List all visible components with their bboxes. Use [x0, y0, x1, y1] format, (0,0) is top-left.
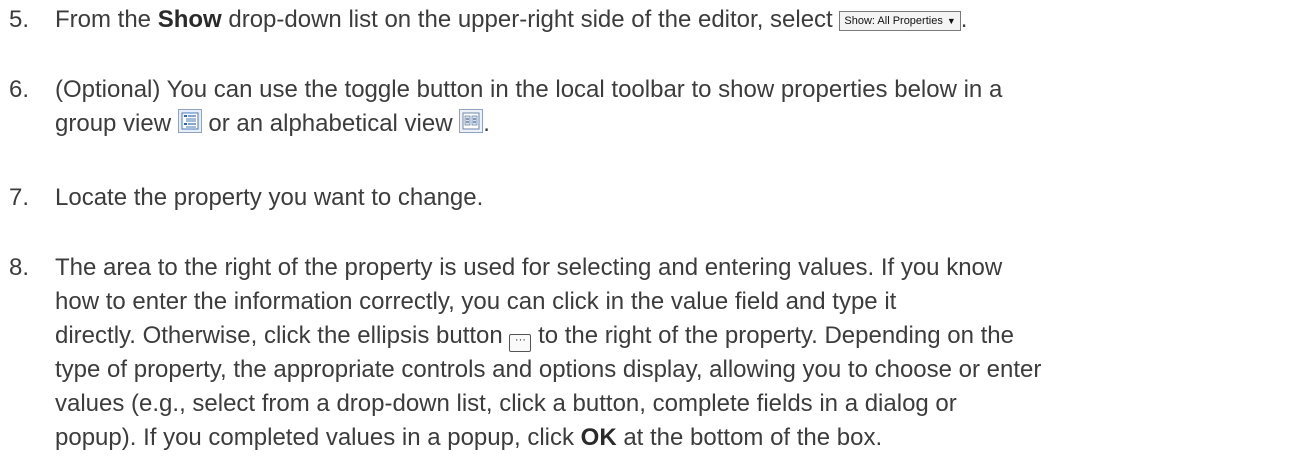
- alphabetical-view-icon[interactable]: [459, 109, 484, 133]
- step-line: type of property, the appropriate contro…: [55, 356, 1042, 383]
- step-line: directly. Otherwise, click the ellipsis …: [55, 319, 1288, 353]
- step-number: 7.: [9, 184, 30, 211]
- step-line: (Optional) You can use the toggle button…: [55, 76, 1003, 103]
- step-text: From the: [55, 6, 158, 33]
- step-text: to the right of the property. Depending …: [531, 322, 1014, 349]
- step-line: The area to the right of the property is…: [55, 254, 1003, 281]
- step-text: group view: [55, 110, 178, 137]
- step-number: 8.: [9, 254, 30, 281]
- group-view-icon[interactable]: [177, 109, 202, 133]
- step-line: popup). If you completed values in a pop…: [55, 421, 1288, 455]
- document-page: 5. From the Show drop-down list on the u…: [0, 0, 1300, 467]
- step-body: Locate the property you want to change.: [55, 181, 1288, 215]
- caret-down-icon: ▼: [946, 16, 956, 26]
- step-number: 6.: [9, 76, 30, 103]
- step-text: or an alphabetical view: [201, 110, 460, 137]
- dropdown-label: Show: All Properties: [844, 15, 943, 27]
- step-line: From the Show drop-down list on the uppe…: [55, 3, 1288, 37]
- step-text: at the bottom of the box.: [616, 424, 883, 451]
- step-line: group view or an alphabetical view .: [55, 107, 1288, 141]
- step-line: Locate the property you want to change.: [55, 184, 484, 211]
- step-text: .: [483, 110, 490, 137]
- step-line: values (e.g., select from a drop-down li…: [55, 390, 957, 417]
- step-body: From the Show drop-down list on the uppe…: [55, 3, 1288, 37]
- step-text: popup). If you completed values in a pop…: [55, 424, 581, 451]
- step-body: (Optional) You can use the toggle button…: [55, 73, 1288, 141]
- step-number: 5.: [9, 6, 30, 33]
- step-text: drop-down list on the upper-right side o…: [221, 6, 840, 33]
- step-text: .: [960, 6, 968, 33]
- step-text: directly. Otherwise, click the ellipsis …: [55, 322, 510, 349]
- ok-term: OK: [580, 424, 617, 451]
- ellipsis-button[interactable]: ···: [509, 334, 532, 352]
- show-all-properties-dropdown[interactable]: Show: All Properties ▼: [839, 11, 961, 31]
- step-line: how to enter the information correctly, …: [55, 288, 897, 315]
- step-body: The area to the right of the property is…: [55, 251, 1288, 455]
- show-term: Show: [157, 6, 222, 33]
